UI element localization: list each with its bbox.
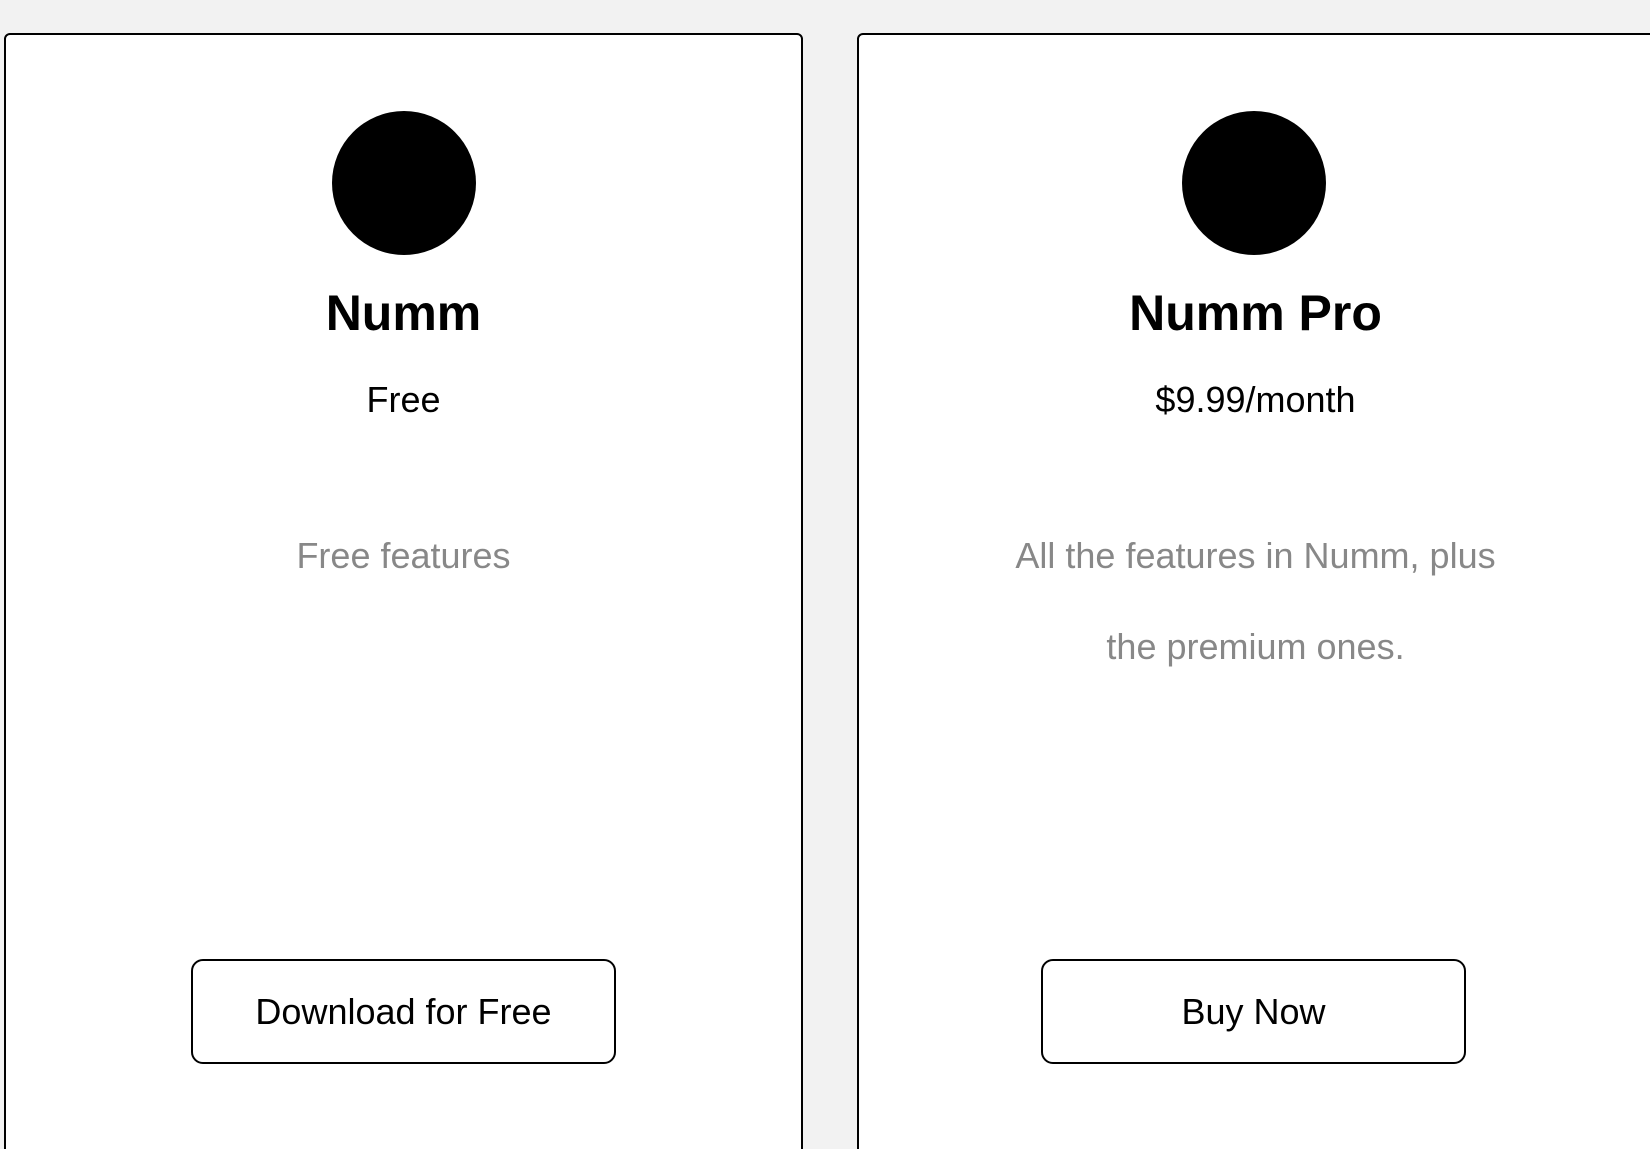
plan-logo-icon [1182,111,1326,255]
plan-description-line: the premium ones. [1106,626,1405,667]
plan-description-line: All the features in Numm, plus [1015,535,1496,576]
download-for-free-button[interactable]: Download for Free [191,959,616,1064]
plan-card-free: Numm Free Free features Download for Fre… [4,33,803,1149]
plan-price: $9.99/month [1155,379,1356,420]
plan-logo-icon [332,111,476,255]
plan-description: All the features in Numm, plus the premi… [859,510,1650,692]
plan-name: Numm [325,285,482,341]
plan-name: Numm Pro [1129,285,1382,341]
buy-now-button[interactable]: Buy Now [1041,959,1466,1064]
plan-description-line: Free features [296,535,511,576]
plan-price: Free [366,379,441,420]
plan-description: Free features [6,510,801,601]
plan-card-pro: Numm Pro $9.99/month All the features in… [857,33,1650,1149]
